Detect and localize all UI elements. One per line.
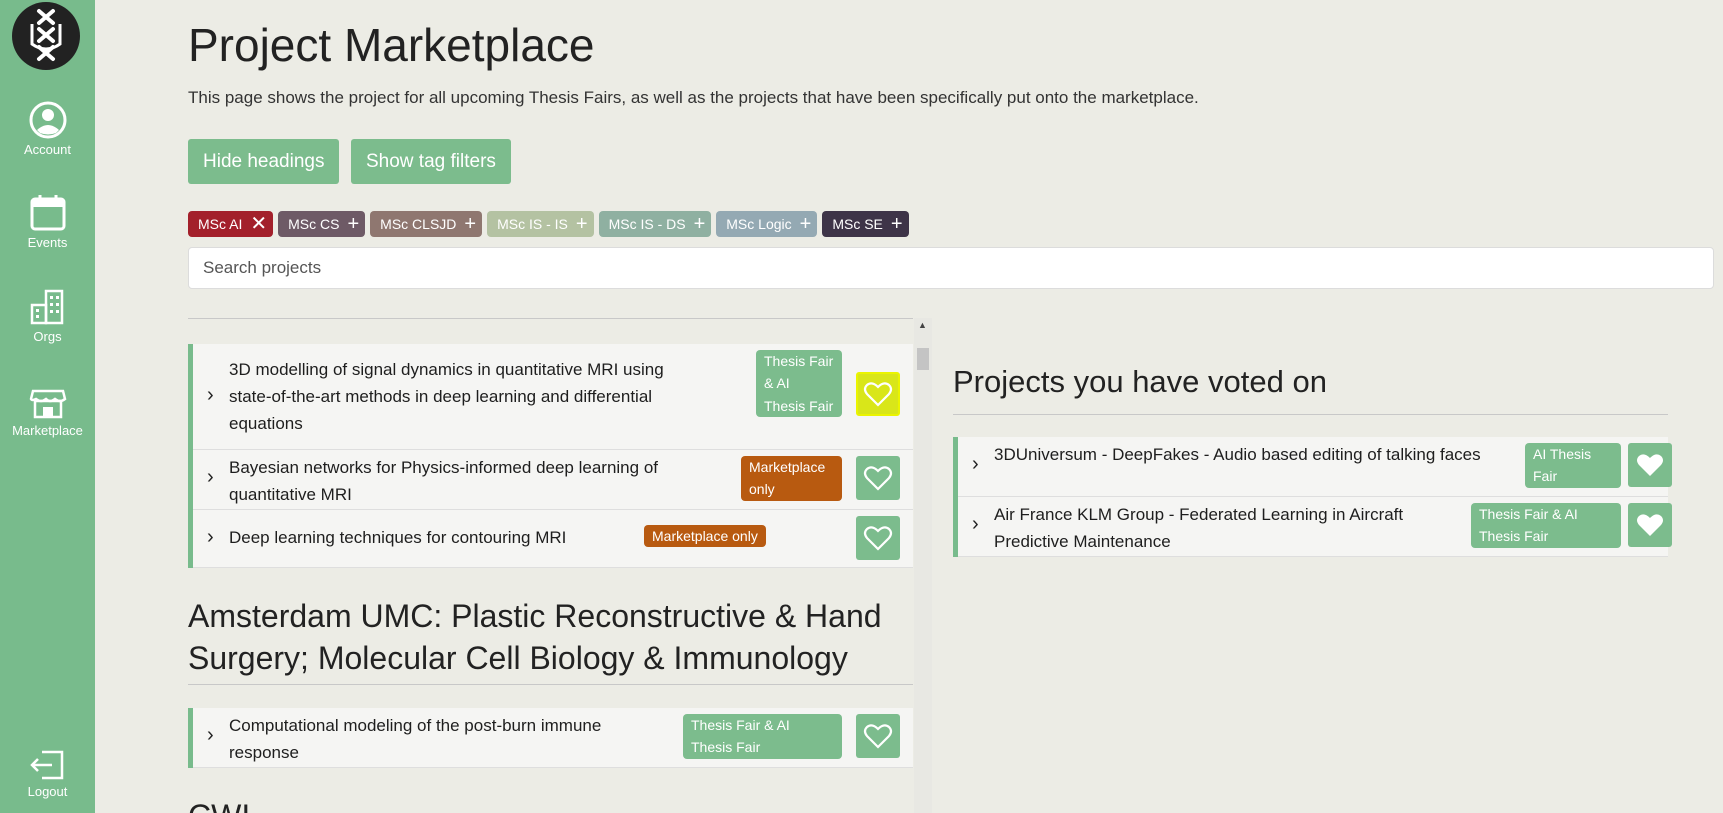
tag-label: MSc IS - IS	[497, 216, 568, 232]
main-content: Project Marketplace This page shows the …	[188, 0, 1723, 813]
search-input[interactable]	[188, 247, 1714, 289]
tag-label: MSc CLSJD	[380, 216, 457, 232]
project-row[interactable]: › Air France KLM Group - Federated Learn…	[958, 497, 1672, 557]
tag-label: MSc Logic	[726, 216, 792, 232]
marketplace-badge: Marketplace only	[644, 525, 766, 548]
divider	[953, 414, 1668, 415]
logout-button[interactable]: Logout	[0, 748, 95, 799]
tag-filter-chip[interactable]: MSc CLSJD +	[370, 211, 483, 237]
divider	[188, 684, 913, 685]
chevron-right-icon[interactable]: ›	[207, 384, 214, 407]
sidebar: Account Events Orgs Marketplace Logout	[0, 0, 95, 813]
calendar-icon	[30, 195, 65, 231]
heart-filled-icon	[1637, 454, 1663, 476]
sidebar-item-events[interactable]: Events	[0, 193, 95, 250]
tag-filter-chip[interactable]: MSc IS - DS +	[598, 211, 712, 237]
chevron-right-icon[interactable]: ›	[207, 466, 214, 489]
sidebar-item-marketplace[interactable]: Marketplace	[0, 381, 95, 438]
add-tag-icon[interactable]: +	[464, 214, 476, 234]
logout-label: Logout	[27, 784, 68, 799]
logo-icon	[30, 9, 62, 61]
heart-outline-icon	[863, 724, 893, 749]
page-title: Project Marketplace	[188, 19, 595, 71]
building-icon	[30, 289, 63, 325]
project-list-pane: › 3D modelling of signal dynamics in qua…	[188, 318, 913, 813]
heart-filled-icon	[1637, 514, 1663, 536]
project-title: Computational modeling of the post-burn …	[229, 716, 602, 763]
remove-tag-icon[interactable]: ✕	[250, 214, 267, 234]
heart-outline-icon	[863, 526, 893, 551]
tag-label: MSc CS	[288, 216, 340, 232]
tag-label: MSc IS - DS	[608, 216, 686, 232]
organization-heading: CWI	[188, 796, 250, 813]
add-tag-icon[interactable]: +	[891, 214, 903, 234]
tag-filter-chip[interactable]: MSc Logic +	[716, 211, 818, 237]
fair-badge: Thesis Fair & AI Thesis Fair	[683, 714, 842, 759]
organization-heading: Amsterdam UMC: Plastic Reconstructive & …	[188, 598, 882, 676]
project-title: Bayesian networks for Physics-informed d…	[229, 458, 658, 505]
chevron-right-icon[interactable]: ›	[207, 526, 214, 549]
vote-heart-button[interactable]	[856, 714, 900, 758]
project-title: Deep learning techniques for contouring …	[229, 528, 567, 547]
hide-headings-button[interactable]: Hide headings	[188, 139, 340, 184]
chevron-right-icon[interactable]: ›	[972, 453, 979, 476]
add-tag-icon[interactable]: +	[800, 214, 812, 234]
vote-heart-button[interactable]	[856, 456, 900, 500]
vote-heart-button[interactable]	[1628, 443, 1672, 487]
divider	[188, 318, 913, 319]
sidebar-item-label: Marketplace	[12, 423, 83, 438]
heart-outline-icon	[863, 466, 893, 491]
project-title: Air France KLM Group - Federated Learnin…	[994, 505, 1404, 552]
chevron-right-icon[interactable]: ›	[972, 513, 979, 536]
university-logo[interactable]	[12, 2, 80, 70]
project-row[interactable]: › Bayesian networks for Physics-informed…	[193, 450, 913, 510]
sidebar-item-label: Orgs	[33, 329, 62, 344]
sidebar-item-account[interactable]: Account	[0, 100, 95, 157]
account-icon	[29, 101, 66, 139]
page-description: This page shows the project for all upco…	[188, 88, 1199, 107]
project-row[interactable]: › Deep learning techniques for contourin…	[193, 510, 913, 568]
add-tag-icon[interactable]: +	[347, 214, 359, 234]
project-row[interactable]: › 3DUniversum - DeepFakes - Audio based …	[958, 437, 1672, 497]
voted-project-list: › 3DUniversum - DeepFakes - Audio based …	[953, 437, 1672, 557]
heart-outline-icon	[863, 382, 893, 407]
sidebar-item-orgs[interactable]: Orgs	[0, 287, 95, 344]
project-group: › 3D modelling of signal dynamics in qua…	[188, 344, 913, 568]
marketplace-badge: Marketplace only	[741, 456, 842, 501]
fair-badge: Thesis Fair & AI Thesis Fair	[756, 350, 842, 418]
project-group: › Computational modeling of the post-bur…	[188, 708, 913, 768]
fair-badge: AI Thesis Fair	[1525, 443, 1621, 488]
project-title: 3DUniversum - DeepFakes - Audio based ed…	[994, 445, 1481, 464]
add-tag-icon[interactable]: +	[694, 214, 706, 234]
tag-filter-chip[interactable]: MSc CS +	[278, 211, 366, 237]
store-icon	[29, 389, 66, 419]
scroll-up-arrow-icon[interactable]: ▲	[918, 320, 927, 330]
tag-filter-row: MSc AI ✕ MSc CS + MSc CLSJD + MSc IS - IS + MSc …	[188, 211, 909, 237]
fair-badge: Thesis Fair & AI Thesis Fair	[1471, 503, 1621, 548]
sidebar-item-label: Account	[24, 142, 71, 157]
vote-heart-button[interactable]	[856, 372, 900, 416]
voted-projects-heading: Projects you have voted on	[953, 364, 1327, 399]
vote-heart-button[interactable]	[1628, 503, 1672, 547]
tag-label: MSc AI	[198, 216, 243, 232]
tag-label: MSc SE	[832, 216, 883, 232]
project-row[interactable]: › 3D modelling of signal dynamics in qua…	[193, 344, 913, 450]
scrollbar[interactable]: ▲	[914, 318, 932, 813]
project-title: 3D modelling of signal dynamics in quant…	[229, 360, 664, 434]
chevron-right-icon[interactable]: ›	[207, 724, 214, 747]
tag-filter-chip[interactable]: MSc AI ✕	[188, 211, 274, 237]
vote-heart-button[interactable]	[856, 516, 900, 560]
tag-filter-chip[interactable]: MSc IS - IS +	[487, 211, 594, 237]
add-tag-icon[interactable]: +	[576, 214, 588, 234]
logout-icon	[29, 750, 63, 780]
project-row[interactable]: › Computational modeling of the post-bur…	[193, 708, 913, 768]
scroll-thumb[interactable]	[917, 348, 929, 370]
tag-filter-chip[interactable]: MSc SE +	[822, 211, 909, 237]
sidebar-item-label: Events	[27, 235, 68, 250]
show-tag-filters-button[interactable]: Show tag filters	[351, 139, 511, 184]
